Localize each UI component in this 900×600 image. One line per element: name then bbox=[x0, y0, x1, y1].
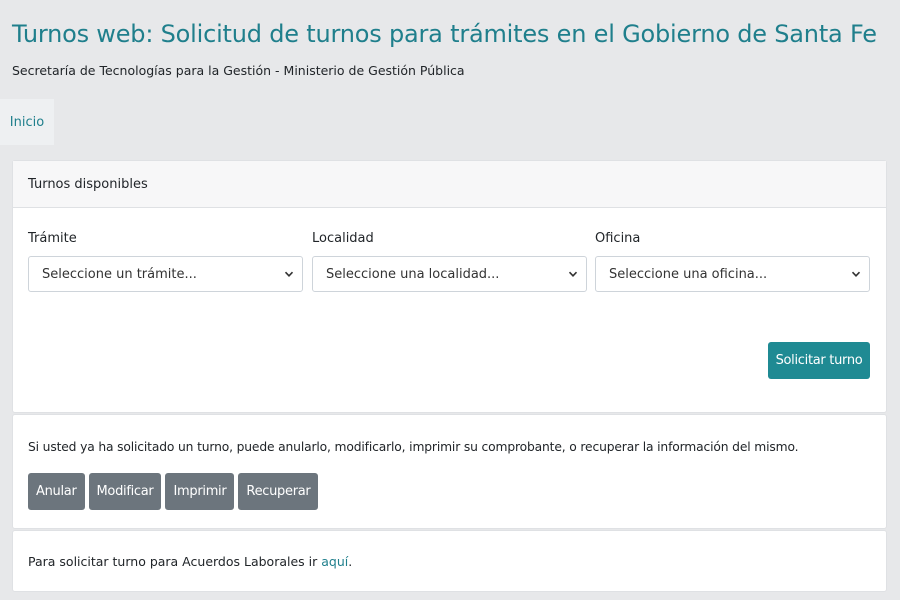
turnos-card-header: Turnos disponibles bbox=[13, 161, 886, 208]
recuperar-button[interactable]: Recuperar bbox=[238, 473, 319, 510]
oficina-select[interactable]: Seleccione una oficina... bbox=[595, 256, 870, 292]
turnos-card: Turnos disponibles Trámite Seleccione un… bbox=[12, 160, 887, 413]
chevron-down-icon bbox=[284, 271, 294, 277]
localidad-select-value: Seleccione una localidad... bbox=[326, 266, 500, 282]
chevron-down-icon bbox=[851, 271, 861, 277]
page-title: Turnos web: Solicitud de turnos para trá… bbox=[12, 20, 877, 48]
acuerdos-laborales-prefix: Para solicitar turno para Acuerdos Labor… bbox=[28, 554, 322, 569]
tramite-select-value: Seleccione un trámite... bbox=[42, 266, 197, 282]
solicitar-turno-button[interactable]: Solicitar turno bbox=[768, 342, 870, 379]
gestion-turno-text: Si usted ya ha solicitado un turno, pued… bbox=[28, 440, 799, 454]
acuerdos-laborales-suffix: . bbox=[348, 554, 353, 569]
modificar-button[interactable]: Modificar bbox=[88, 473, 162, 510]
oficina-label: Oficina bbox=[595, 231, 641, 246]
page-subtitle: Secretaría de Tecnologías para la Gestió… bbox=[12, 63, 465, 78]
acuerdos-laborales-link[interactable]: aquí bbox=[321, 554, 348, 569]
gestion-turno-buttons: Anular Modificar Imprimir Recuperar bbox=[28, 473, 319, 510]
nav-tab-inicio[interactable]: Inicio bbox=[0, 99, 54, 145]
tramite-label: Trámite bbox=[28, 231, 77, 246]
acuerdos-laborales-card: Para solicitar turno para Acuerdos Labor… bbox=[12, 530, 887, 592]
oficina-field: Oficina Seleccione una oficina... bbox=[595, 231, 870, 292]
localidad-label: Localidad bbox=[312, 231, 374, 246]
oficina-select-value: Seleccione una oficina... bbox=[609, 266, 768, 282]
imprimir-button[interactable]: Imprimir bbox=[165, 473, 235, 510]
tramite-select[interactable]: Seleccione un trámite... bbox=[28, 256, 303, 292]
acuerdos-laborales-text: Para solicitar turno para Acuerdos Labor… bbox=[28, 554, 352, 569]
chevron-down-icon bbox=[568, 271, 578, 277]
localidad-select[interactable]: Seleccione una localidad... bbox=[312, 256, 587, 292]
localidad-field: Localidad Seleccione una localidad... bbox=[312, 231, 587, 292]
tramite-field: Trámite Seleccione un trámite... bbox=[28, 231, 303, 292]
gestion-turno-card: Si usted ya ha solicitado un turno, pued… bbox=[12, 414, 887, 529]
anular-button[interactable]: Anular bbox=[28, 473, 85, 510]
